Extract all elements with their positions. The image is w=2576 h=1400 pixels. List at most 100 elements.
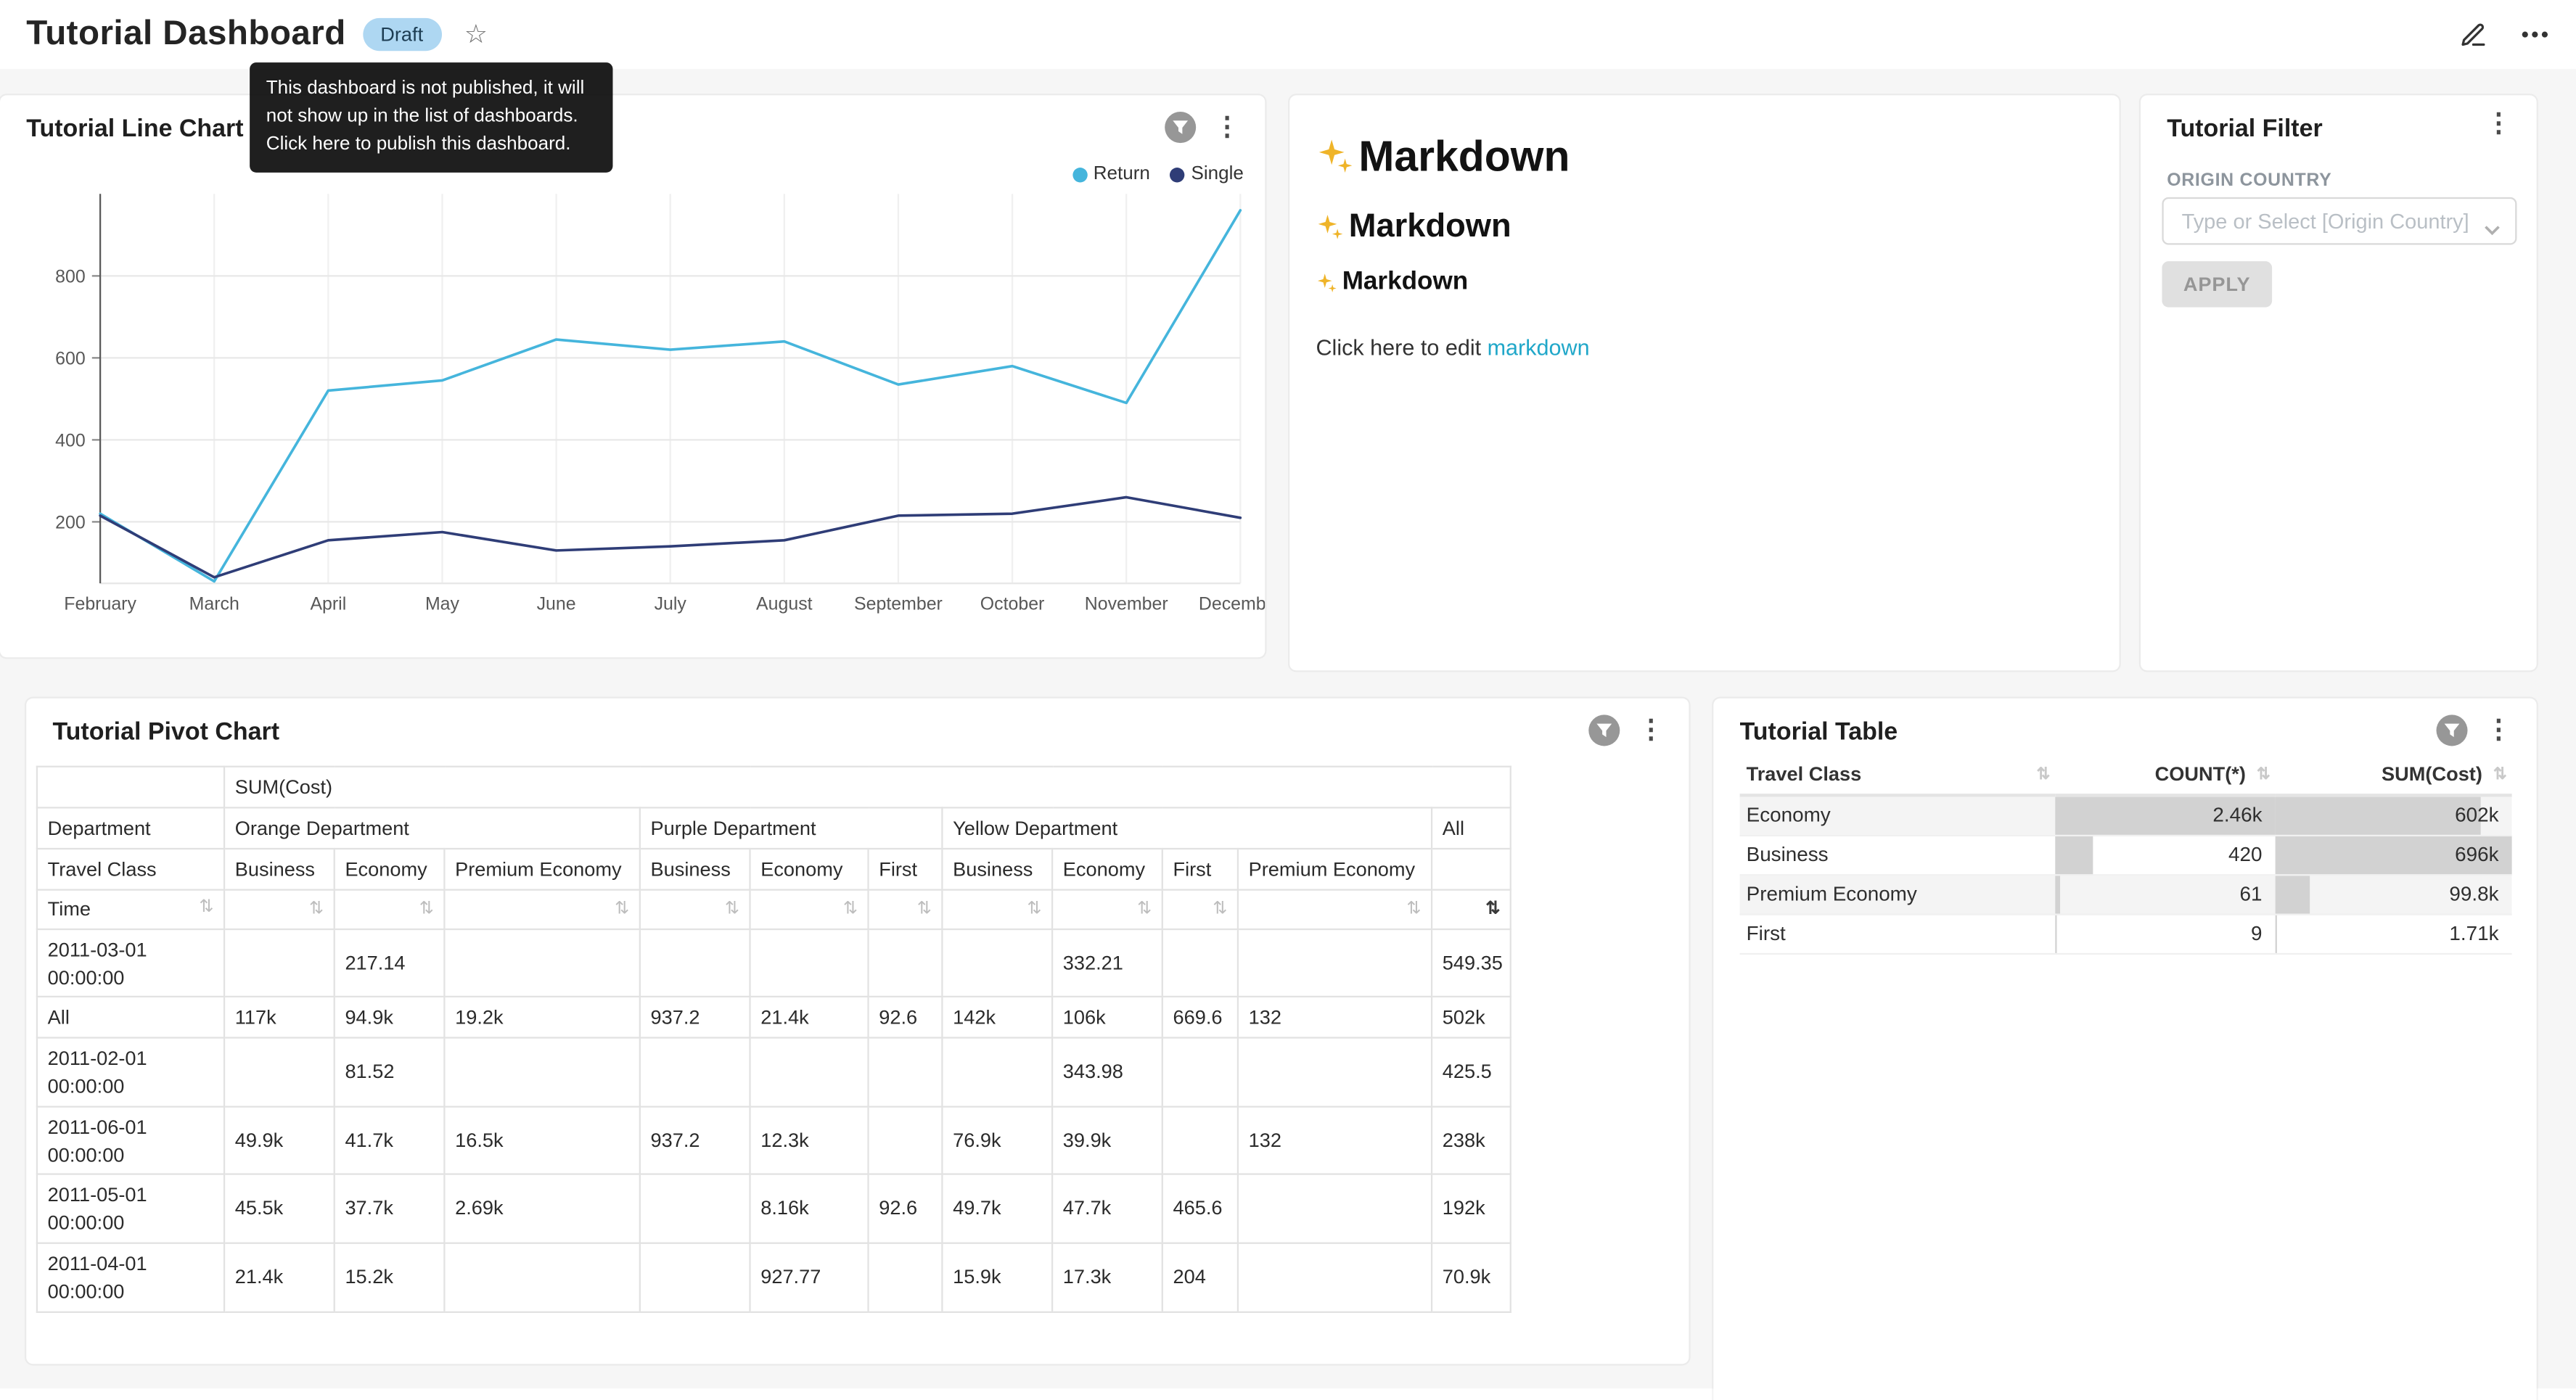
- pivot-group-header[interactable]: Purple Department: [640, 807, 943, 849]
- pivot-value-cell: 81.52: [335, 1038, 445, 1106]
- pivot-value-cell: [640, 929, 750, 997]
- sort-icon[interactable]: ⇅: [1485, 897, 1500, 921]
- svg-text:October: October: [980, 593, 1045, 614]
- pivot-row-label: All: [37, 997, 224, 1038]
- pivot-value-cell: 937.2: [640, 1106, 750, 1174]
- pivot-sort-cell: ⇅: [1162, 890, 1238, 929]
- table-card-title: Tutorial Table: [1740, 718, 1898, 746]
- pivot-value-cell: 49.7k: [942, 1174, 1052, 1243]
- markdown-h2: Markdown: [1316, 209, 2093, 247]
- pivot-subcol-header[interactable]: First: [869, 849, 943, 890]
- sort-icon[interactable]: ⇅: [2493, 766, 2507, 784]
- pivot-subcol-header[interactable]: Economy: [750, 849, 869, 890]
- pivot-value-cell: 92.6: [869, 997, 943, 1038]
- pivot-blank-cell: [37, 767, 224, 808]
- sort-icon[interactable]: ⇅: [843, 897, 858, 921]
- filter-indicator-icon[interactable]: [1165, 112, 1196, 143]
- pivot-subcol-header[interactable]: First: [1162, 849, 1238, 890]
- cell-travel-class: Premium Economy: [1740, 874, 2056, 913]
- pivot-sort-cell: ⇅: [335, 890, 445, 929]
- svg-text:February: February: [64, 593, 136, 614]
- cell-sum-cost: 696k: [2276, 835, 2512, 874]
- pivot-value-cell: 94.9k: [335, 997, 445, 1038]
- pivot-value-cell: 217.14: [335, 929, 445, 997]
- pivot-value-cell: 47.7k: [1052, 1174, 1162, 1243]
- sort-icon[interactable]: ⇅: [1137, 897, 1152, 921]
- sort-icon[interactable]: ⇅: [1213, 897, 1227, 921]
- pivot-subcol-header[interactable]: Business: [640, 849, 750, 890]
- table-row[interactable]: Premium Economy6199.8k: [1740, 874, 2512, 913]
- pivot-value-cell: [1238, 1243, 1432, 1312]
- pivot-value-cell: 45.5k: [224, 1174, 335, 1243]
- markdown-h3-text: Markdown: [1342, 268, 1469, 297]
- pivot-subcol-row: Travel ClassBusinessEconomyPremium Econo…: [37, 849, 1511, 890]
- pivot-chart-card: Tutorial Pivot Chart ⋮ SUM(Cost)Departme…: [26, 699, 1689, 1364]
- sort-icon[interactable]: ⇅: [1027, 897, 1041, 921]
- favorite-star-icon[interactable]: ☆: [464, 18, 488, 51]
- pivot-subcol-header[interactable]: Economy: [335, 849, 445, 890]
- pivot-subcol-dimension-label: Travel Class: [37, 849, 224, 890]
- pivot-subcol-header[interactable]: Business: [942, 849, 1052, 890]
- pivot-row-label: 2011-05-01 00:00:00: [37, 1174, 224, 1243]
- pivot-value-cell: 21.4k: [224, 1243, 335, 1312]
- pivot-sort-cell: ⇅: [869, 890, 943, 929]
- legend-item-return[interactable]: Return: [1072, 165, 1150, 184]
- sort-icon[interactable]: ⇅: [309, 897, 324, 921]
- column-header-travel-class[interactable]: Travel Class⇅: [1740, 754, 2056, 796]
- column-header-sum-cost[interactable]: SUM(Cost)⇅: [2276, 754, 2512, 796]
- markdown-edit-link[interactable]: markdown: [1488, 335, 1590, 360]
- cell-travel-class: First: [1740, 914, 2056, 953]
- pivot-data-row: 2011-05-01 00:00:0045.5k37.7k2.69k8.16k9…: [37, 1174, 1511, 1243]
- sort-icon[interactable]: ⇅: [1406, 897, 1421, 921]
- kebab-menu-icon[interactable]: ⋮: [2482, 717, 2515, 744]
- publish-tooltip[interactable]: This dashboard is not published, it will…: [250, 62, 612, 173]
- pivot-value-cell: [444, 1038, 639, 1106]
- sort-icon[interactable]: ⇅: [199, 896, 213, 920]
- origin-country-label: ORIGIN COUNTRY: [2167, 171, 2331, 191]
- pivot-group-row: DepartmentOrange DepartmentPurple Depart…: [37, 807, 1511, 849]
- pivot-subcol-header[interactable]: Premium Economy: [444, 849, 639, 890]
- sort-icon[interactable]: ⇅: [2257, 766, 2271, 784]
- filter-indicator-icon[interactable]: [1588, 715, 1620, 746]
- sort-icon[interactable]: ⇅: [2036, 766, 2050, 784]
- table-row[interactable]: Business420696k: [1740, 835, 2512, 874]
- edit-pencil-icon[interactable]: [2459, 20, 2487, 49]
- column-header-count[interactable]: COUNT(*)⇅: [2055, 754, 2275, 796]
- table-row[interactable]: First91.71k: [1740, 914, 2512, 953]
- sort-icon[interactable]: ⇅: [615, 897, 629, 921]
- sort-icon[interactable]: ⇅: [917, 897, 932, 921]
- table-row[interactable]: Economy2.46k602k: [1740, 795, 2512, 834]
- svg-text:November: November: [1085, 593, 1168, 614]
- chart-legend: Return Single: [1072, 165, 1244, 184]
- table-header-row: Travel Class⇅ COUNT(*)⇅ SUM(Cost)⇅: [1740, 754, 2512, 796]
- more-menu-icon[interactable]: [2520, 30, 2550, 40]
- data-bar: [2055, 915, 2056, 952]
- pivot-subcol-header[interactable]: Business: [224, 849, 335, 890]
- kebab-menu-icon[interactable]: ⋮: [1635, 717, 1668, 744]
- pivot-group-header[interactable]: All: [1432, 807, 1511, 849]
- pivot-subcol-header[interactable]: Premium Economy: [1238, 849, 1432, 890]
- markdown-paragraph-text: Click here to edit: [1316, 335, 1487, 360]
- pivot-subcol-header[interactable]: Economy: [1052, 849, 1162, 890]
- sort-icon[interactable]: ⇅: [725, 897, 739, 921]
- sort-icon[interactable]: ⇅: [419, 897, 434, 921]
- draft-badge[interactable]: Draft: [362, 18, 441, 51]
- kebab-menu-icon[interactable]: ⋮: [1211, 114, 1244, 140]
- table-card: Tutorial Table ⋮ Travel Class⇅ COUNT(*)⇅…: [1713, 699, 2536, 1400]
- pivot-value-cell: 76.9k: [942, 1106, 1052, 1174]
- legend-item-single[interactable]: Single: [1170, 165, 1244, 184]
- line-chart[interactable]: 200400600800FebruaryMarchAprilMayJuneJul…: [0, 186, 1265, 633]
- filter-indicator-icon[interactable]: [2437, 715, 2468, 746]
- pivot-value-cell: 927.77: [750, 1243, 869, 1312]
- filter-card-actions: ⋮: [2482, 112, 2515, 138]
- pivot-group-header[interactable]: Orange Department: [224, 807, 640, 849]
- origin-country-select[interactable]: Type or Select [Origin Country]: [2162, 197, 2516, 245]
- pivot-value-cell: [444, 929, 639, 997]
- markdown-h3: Markdown: [1316, 268, 2093, 297]
- kebab-menu-icon[interactable]: ⋮: [2482, 112, 2515, 138]
- pivot-group-header[interactable]: Yellow Department: [942, 807, 1432, 849]
- pivot-data-row: All117k94.9k19.2k937.221.4k92.6142k106k6…: [37, 997, 1511, 1038]
- pivot-subcol-header[interactable]: [1432, 849, 1511, 890]
- apply-button[interactable]: APPLY: [2162, 261, 2271, 307]
- markdown-h1-text: Markdown: [1358, 131, 1570, 182]
